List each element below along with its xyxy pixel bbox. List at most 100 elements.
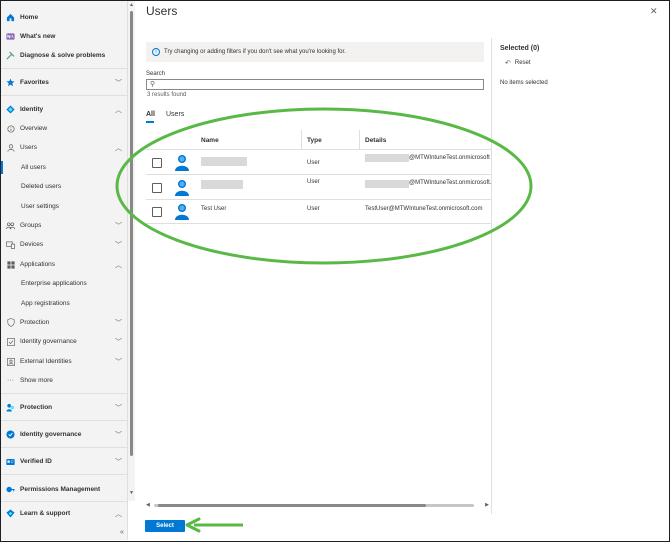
- sidebar-item-label: Favorites: [20, 79, 49, 86]
- sidebar-item-devices[interactable]: Devices ﹀: [1, 235, 128, 254]
- divider: [1, 393, 128, 394]
- chevron-up-icon: ︿: [115, 261, 122, 269]
- chevron-down-icon: ﹀: [115, 241, 122, 249]
- scroll-down-icon[interactable]: ▼: [129, 490, 134, 496]
- search-icon: ⚲: [150, 81, 156, 88]
- external-identities-icon: [6, 357, 15, 366]
- left-nav: Home What's new Diagnose & solve problem…: [1, 1, 128, 540]
- sidebar-item-all-users[interactable]: All users: [1, 158, 128, 177]
- sidebar-item-label: Overview: [20, 125, 48, 132]
- column-divider[interactable]: [301, 130, 302, 150]
- redacted-name: [201, 157, 247, 166]
- sidebar-item-deleted-users[interactable]: Deleted users: [1, 177, 128, 196]
- sidebar-item-home[interactable]: Home: [1, 8, 128, 27]
- tab-all[interactable]: All: [146, 111, 155, 118]
- learn-icon: [6, 509, 15, 518]
- chevron-down-icon: ﹀: [115, 404, 122, 412]
- tab-users[interactable]: Users: [166, 111, 184, 118]
- scroll-up-icon[interactable]: ▲: [129, 2, 134, 8]
- sidebar-item-enterprise-applications[interactable]: Enterprise applications: [1, 274, 128, 293]
- active-tab-indicator: [146, 121, 154, 123]
- sidebar-item-label: Users: [20, 144, 37, 151]
- sidebar-item-identity[interactable]: Identity ︿: [1, 100, 128, 119]
- user-avatar-icon: [175, 155, 189, 171]
- cell-type: User: [307, 179, 320, 185]
- chevron-down-icon: ﹀: [115, 358, 122, 366]
- sidebar-item-label: Permissions Management: [20, 486, 101, 493]
- row-checkbox[interactable]: [152, 158, 162, 168]
- sidebar-scrollbar[interactable]: ▲ ▼: [128, 1, 135, 501]
- cell-name: Test User: [201, 206, 227, 212]
- row-checkbox[interactable]: [152, 183, 162, 193]
- column-header-details[interactable]: Details: [365, 137, 386, 144]
- sidebar-item-protection-sub[interactable]: Protection ﹀: [1, 313, 128, 332]
- sidebar-item-users[interactable]: Users ︿: [1, 138, 128, 157]
- sidebar-item-identity-governance-sub[interactable]: Identity governance ﹀: [1, 332, 128, 351]
- chevron-down-icon: ﹀: [115, 458, 122, 466]
- sidebar-item-label: Groups: [20, 222, 42, 229]
- chevron-down-icon: ﹀: [115, 338, 122, 346]
- cell-details: @MTWIntuneTest.onmicrosoft: [409, 155, 490, 161]
- sidebar-item-label: External Identities: [20, 358, 72, 365]
- user-avatar-icon: [175, 204, 189, 220]
- sidebar-item-show-more[interactable]: ··· Show more: [1, 371, 128, 390]
- sidebar-item-label: Devices: [20, 241, 44, 248]
- home-icon: [6, 13, 15, 22]
- sidebar-item-groups[interactable]: Groups ﹀: [1, 216, 128, 235]
- sidebar-item-label: Diagnose & solve problems: [20, 52, 106, 59]
- sidebar-item-favorites[interactable]: Favorites ﹀: [1, 73, 128, 92]
- reset-icon: ↶: [505, 60, 511, 67]
- scrollbar-thumb[interactable]: [158, 504, 426, 507]
- sidebar-item-app-registrations[interactable]: App registrations: [1, 294, 128, 313]
- column-header-type[interactable]: Type: [307, 137, 322, 144]
- sidebar-item-applications[interactable]: Applications ︿: [1, 255, 128, 274]
- more-icon: ···: [7, 377, 14, 384]
- column-header-name[interactable]: Name: [201, 137, 219, 144]
- scroll-right-icon[interactable]: ▶: [485, 502, 489, 508]
- verified-id-icon: [6, 457, 15, 466]
- whats-new-icon: [6, 32, 15, 41]
- sidebar-item-overview[interactable]: Overview: [1, 119, 128, 138]
- sidebar-item-label: Protection: [20, 404, 53, 411]
- chevron-down-icon: ﹀: [115, 431, 122, 439]
- user-icon: [6, 143, 15, 152]
- selected-count-title: Selected (0): [500, 45, 540, 52]
- sidebar-item-learn-support[interactable]: Learn & support ︿: [1, 504, 128, 523]
- cell-type: User: [307, 160, 320, 166]
- divider: [1, 447, 128, 448]
- scroll-left-icon[interactable]: ◀: [146, 502, 150, 508]
- divider: [1, 501, 128, 502]
- column-divider[interactable]: [359, 130, 360, 150]
- select-button[interactable]: Select: [145, 520, 185, 532]
- redacted-name: [201, 180, 243, 189]
- scrollbar-thumb[interactable]: [130, 11, 133, 456]
- star-icon: [6, 78, 15, 87]
- sidebar-item-protection[interactable]: Protection ﹀: [1, 398, 128, 417]
- sidebar-item-whats-new[interactable]: What's new: [1, 27, 128, 46]
- divider: [1, 95, 128, 96]
- chevron-down-icon: ﹀: [115, 319, 122, 327]
- table-row[interactable]: User @MTWIntuneTest.onmicrosoft.: [146, 176, 491, 200]
- row-checkbox[interactable]: [152, 207, 162, 217]
- table-row[interactable]: Test User User TestUser@MTWIntuneTest.on…: [146, 200, 491, 224]
- sidebar-item-verified-id[interactable]: Verified ID ﹀: [1, 452, 128, 471]
- sidebar-item-external-identities[interactable]: External Identities ﹀: [1, 352, 128, 371]
- sidebar-item-identity-governance[interactable]: Identity governance ﹀: [1, 425, 128, 444]
- table-row[interactable]: User @MTWIntuneTest.onmicrosoft: [146, 151, 491, 175]
- sidebar-item-diagnose[interactable]: Diagnose & solve problems: [1, 46, 128, 65]
- sidebar-item-label: Show more: [20, 377, 53, 384]
- sidebar-item-label: Protection: [20, 319, 50, 326]
- sidebar-item-user-settings[interactable]: User settings: [1, 197, 128, 216]
- sidebar-item-label: Applications: [20, 261, 56, 268]
- info-banner: i Try changing or adding filters if you …: [146, 42, 484, 62]
- close-icon[interactable]: ✕: [650, 6, 658, 17]
- protection-icon: [6, 403, 15, 412]
- sidebar-item-label: All users: [21, 164, 46, 171]
- reset-button[interactable]: ↶ Reset: [505, 59, 531, 67]
- horizontal-scrollbar[interactable]: ◀ ▶: [146, 502, 489, 509]
- search-input[interactable]: ⚲: [146, 79, 484, 90]
- chevron-up-icon: ︿: [115, 510, 122, 518]
- collapse-sidebar-icon[interactable]: «: [120, 529, 124, 536]
- table-header: Name Type Details: [146, 130, 491, 150]
- sidebar-item-permissions-management[interactable]: Permissions Management: [1, 480, 128, 499]
